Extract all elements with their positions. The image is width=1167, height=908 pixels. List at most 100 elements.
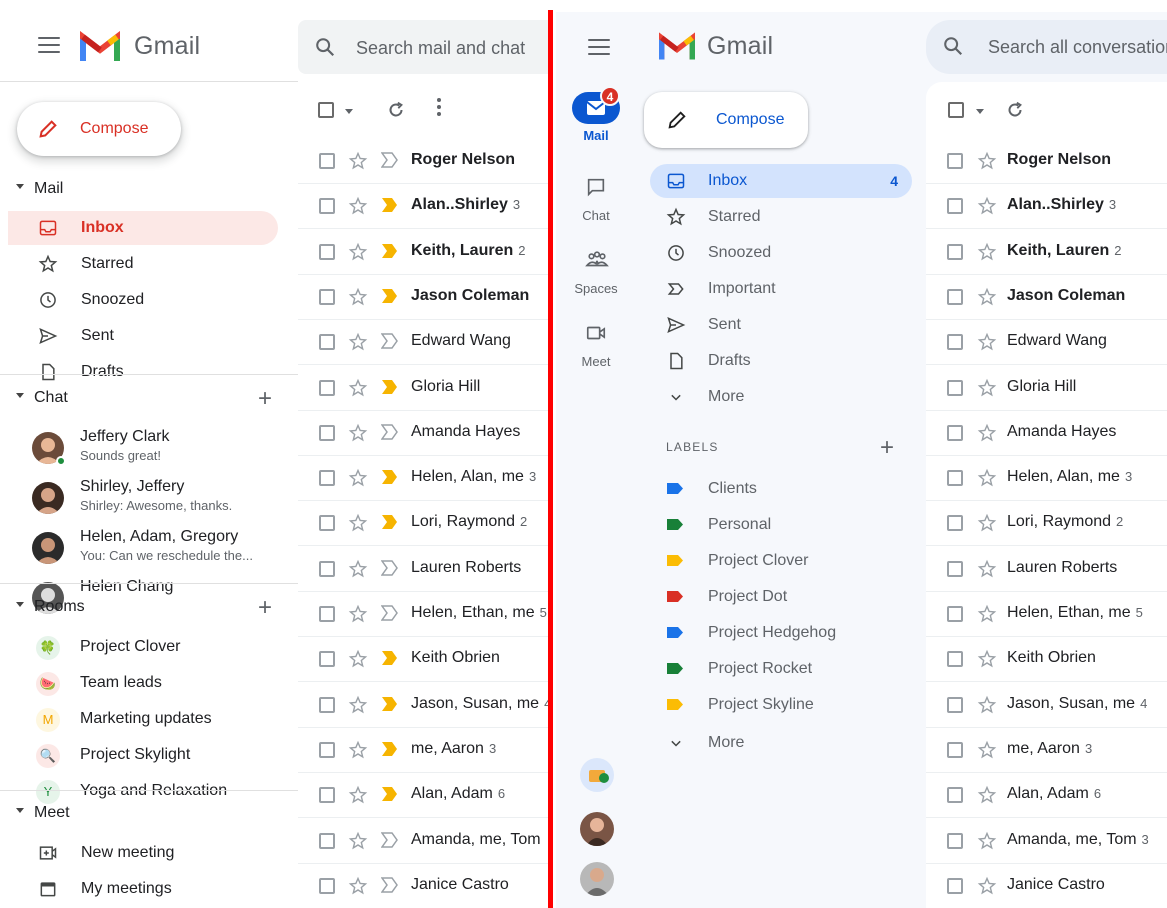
importance-marker-icon[interactable] xyxy=(381,696,397,712)
importance-marker-icon[interactable] xyxy=(381,786,397,802)
label-item[interactable]: Project Skyline xyxy=(650,688,912,722)
email-row[interactable]: Janice Castro xyxy=(298,864,548,908)
star-icon[interactable] xyxy=(348,332,368,357)
email-row[interactable]: Helen, Ethan, me 5 xyxy=(298,592,548,637)
star-icon[interactable] xyxy=(977,513,997,538)
email-row[interactable]: Alan..Shirley 3 xyxy=(298,184,548,230)
row-checkbox[interactable] xyxy=(947,379,963,396)
email-row[interactable]: Jason, Susan, me 4 xyxy=(926,683,1167,728)
email-row[interactable]: Keith Obrien xyxy=(926,637,1167,683)
star-icon[interactable] xyxy=(977,196,997,221)
email-row[interactable]: Jason Coleman xyxy=(926,275,1167,320)
row-checkbox[interactable] xyxy=(319,334,335,351)
email-row[interactable]: Amanda, me, Tom xyxy=(298,819,548,864)
room-item[interactable]: 🔍 Project Skylight xyxy=(0,740,298,776)
meet-item[interactable]: New meeting xyxy=(8,836,278,870)
nav-item-starred[interactable]: Starred xyxy=(650,200,912,234)
row-checkbox[interactable] xyxy=(947,334,963,351)
email-row[interactable]: Helen, Ethan, me 5 xyxy=(926,592,1167,637)
importance-marker-icon[interactable] xyxy=(381,650,397,666)
nav-item-sent[interactable]: Sent xyxy=(650,308,912,342)
label-item[interactable]: Clients xyxy=(650,472,912,506)
rail-spaces[interactable]: Spaces xyxy=(556,245,636,305)
star-icon[interactable] xyxy=(348,151,368,176)
star-icon[interactable] xyxy=(348,695,368,720)
email-row[interactable]: Keith Obrien xyxy=(298,637,548,683)
importance-marker-icon[interactable] xyxy=(380,559,398,576)
row-checkbox[interactable] xyxy=(319,832,335,849)
email-row[interactable]: Amanda Hayes xyxy=(298,411,548,456)
main-menu-icon[interactable] xyxy=(588,39,610,55)
email-row[interactable]: Keith, Lauren 2 xyxy=(298,230,548,275)
importance-marker-icon[interactable] xyxy=(381,514,397,530)
row-checkbox[interactable] xyxy=(319,560,335,577)
row-checkbox[interactable] xyxy=(319,787,335,804)
row-checkbox[interactable] xyxy=(319,153,335,169)
star-icon[interactable] xyxy=(348,649,368,674)
room-item[interactable]: 🍉 Team leads xyxy=(0,668,298,704)
chat-item[interactable]: Jeffery Clark Sounds great! xyxy=(0,426,298,474)
star-icon[interactable] xyxy=(977,831,997,856)
star-icon[interactable] xyxy=(348,785,368,810)
email-row[interactable]: me, Aaron 3 xyxy=(298,728,548,773)
star-icon[interactable] xyxy=(348,604,368,629)
label-item[interactable]: Project Dot xyxy=(650,580,912,614)
importance-marker-icon[interactable] xyxy=(381,379,397,395)
email-row[interactable]: Amanda Hayes xyxy=(926,411,1167,456)
compose-button[interactable]: Compose xyxy=(644,92,808,148)
row-checkbox[interactable] xyxy=(319,379,335,396)
nav-item-snoozed[interactable]: Snoozed xyxy=(650,236,912,270)
label-item[interactable]: Project Clover xyxy=(650,544,912,578)
email-row[interactable]: Gloria Hill xyxy=(926,366,1167,411)
star-icon[interactable] xyxy=(977,649,997,674)
row-checkbox[interactable] xyxy=(319,288,335,305)
label-item[interactable]: Project Hedgehog xyxy=(650,616,912,650)
star-icon[interactable] xyxy=(348,423,368,448)
star-icon[interactable] xyxy=(977,151,997,176)
mail-section-header[interactable]: Mail xyxy=(16,180,63,198)
row-checkbox[interactable] xyxy=(319,515,335,532)
rail-chat[interactable]: Chat xyxy=(556,172,636,232)
new-room-plus-icon[interactable]: + xyxy=(258,596,272,620)
email-row[interactable]: Jason Coleman xyxy=(298,275,548,320)
email-row[interactable]: Edward Wang xyxy=(298,320,548,366)
star-icon[interactable] xyxy=(977,423,997,448)
row-checkbox[interactable] xyxy=(947,832,963,849)
meet-section-header[interactable]: Meet xyxy=(16,804,70,822)
star-icon[interactable] xyxy=(348,242,368,267)
space-avatar-icon[interactable] xyxy=(580,758,614,792)
star-icon[interactable] xyxy=(348,831,368,856)
star-icon[interactable] xyxy=(977,559,997,584)
room-item[interactable]: 🍀 Project Clover xyxy=(0,632,298,668)
row-checkbox[interactable] xyxy=(947,651,963,668)
nav-item-important[interactable]: Important xyxy=(650,272,912,306)
chat-section-header[interactable]: Chat xyxy=(16,389,68,407)
importance-marker-icon[interactable] xyxy=(380,152,398,168)
row-checkbox[interactable] xyxy=(947,288,963,305)
select-dropdown-icon[interactable] xyxy=(345,109,353,114)
importance-marker-icon[interactable] xyxy=(380,605,398,621)
row-checkbox[interactable] xyxy=(947,424,963,441)
star-icon[interactable] xyxy=(348,196,368,221)
row-checkbox[interactable] xyxy=(947,787,963,804)
email-row[interactable]: Janice Castro xyxy=(926,864,1167,908)
nav-item-starred[interactable]: Starred xyxy=(8,247,278,281)
importance-marker-icon[interactable] xyxy=(381,243,397,259)
search-bar[interactable]: Search all conversations xyxy=(926,20,1167,74)
row-checkbox[interactable] xyxy=(947,741,963,758)
star-icon[interactable] xyxy=(977,332,997,357)
nav-item-drafts[interactable]: Drafts xyxy=(650,344,912,378)
email-row[interactable]: Keith, Lauren 2 xyxy=(926,230,1167,275)
email-row[interactable]: Lauren Roberts xyxy=(298,547,548,592)
row-checkbox[interactable] xyxy=(319,424,335,441)
rail-meet[interactable]: Meet xyxy=(556,318,636,378)
label-item[interactable]: Personal xyxy=(650,508,912,542)
room-item[interactable]: M Marketing updates xyxy=(0,704,298,740)
main-menu-icon[interactable] xyxy=(38,37,60,53)
new-chat-plus-icon[interactable]: + xyxy=(258,387,272,411)
search-bar[interactable]: Search mail and chat xyxy=(298,20,548,74)
row-checkbox[interactable] xyxy=(319,696,335,713)
row-checkbox[interactable] xyxy=(319,741,335,758)
importance-marker-icon[interactable] xyxy=(381,197,397,213)
refresh-icon[interactable] xyxy=(1004,99,1026,121)
